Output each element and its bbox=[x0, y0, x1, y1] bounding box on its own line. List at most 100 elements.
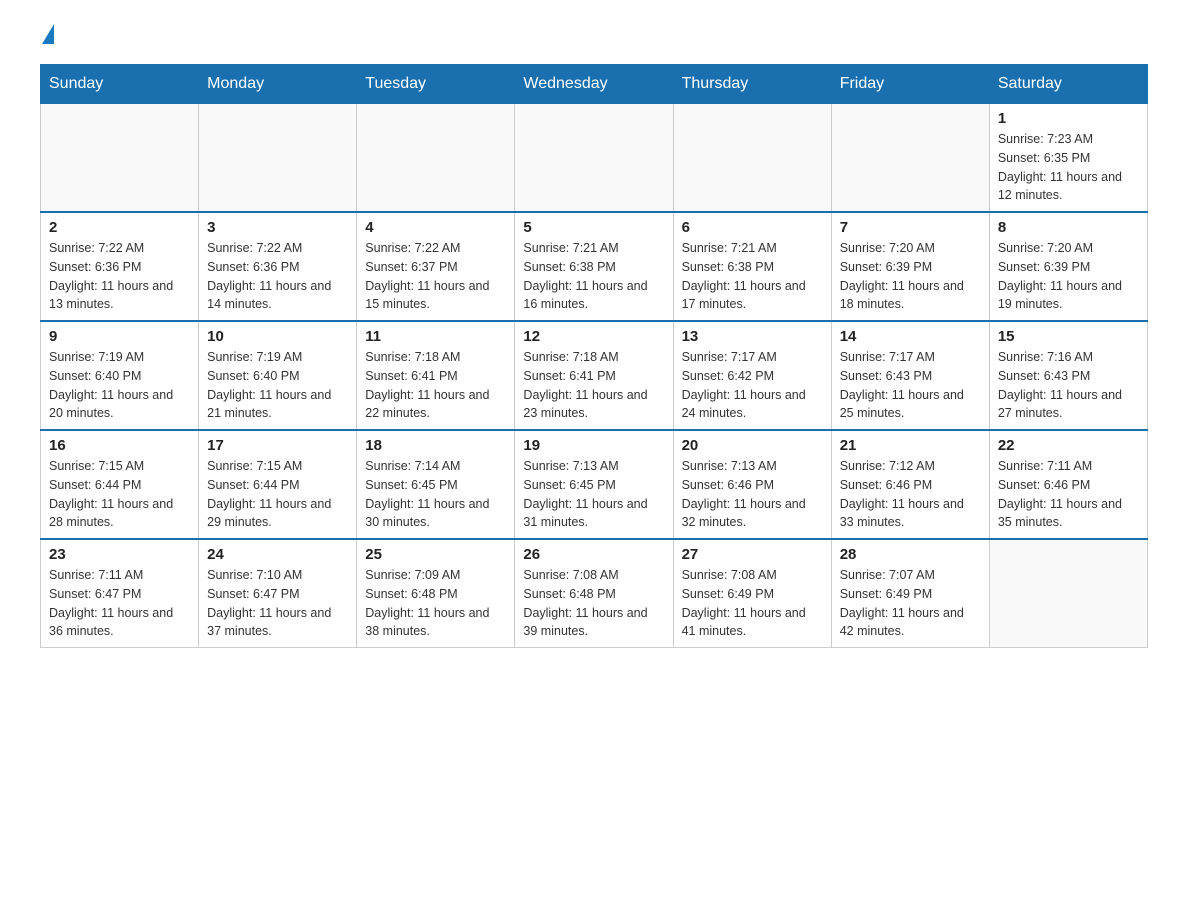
calendar-day-cell: 24 Sunrise: 7:10 AMSunset: 6:47 PMDayligh… bbox=[199, 539, 357, 648]
calendar-day-cell: 28 Sunrise: 7:07 AMSunset: 6:49 PMDayligh… bbox=[831, 539, 989, 648]
day-info: Sunrise: 7:19 AMSunset: 6:40 PMDaylight:… bbox=[207, 348, 348, 423]
day-of-week-header: Monday bbox=[199, 65, 357, 104]
calendar-day-cell: 27 Sunrise: 7:08 AMSunset: 6:49 PMDayligh… bbox=[673, 539, 831, 648]
day-number: 18 bbox=[365, 437, 506, 454]
calendar-day-cell: 9Sunrise: 7:19 AMSunset: 6:40 PMDaylight… bbox=[41, 321, 199, 430]
calendar-day-cell: 18 Sunrise: 7:14 AMSunset: 6:45 PMDayligh… bbox=[357, 430, 515, 539]
day-info: Sunrise: 7:17 AMSunset: 6:42 PMDaylight:… bbox=[682, 348, 823, 423]
day-number: 1 bbox=[998, 110, 1139, 127]
day-of-week-header: Friday bbox=[831, 65, 989, 104]
day-of-week-header: Sunday bbox=[41, 65, 199, 104]
day-number: 22 bbox=[998, 437, 1139, 454]
day-info: Sunrise: 7:07 AMSunset: 6:49 PMDaylight:… bbox=[840, 566, 981, 641]
day-number: 8 bbox=[998, 219, 1139, 236]
day-number: 13 bbox=[682, 328, 823, 345]
calendar-week-row: 2 Sunrise: 7:22 AMSunset: 6:36 PMDaylight… bbox=[41, 212, 1148, 321]
header bbox=[40, 30, 1148, 44]
calendar-day-cell bbox=[357, 104, 515, 213]
day-info: Sunrise: 7:23 AMSunset: 6:35 PMDaylight:… bbox=[998, 130, 1139, 205]
calendar-day-cell: 5 Sunrise: 7:21 AMSunset: 6:38 PMDaylight… bbox=[515, 212, 673, 321]
day-info: Sunrise: 7:13 AMSunset: 6:46 PMDaylight:… bbox=[682, 457, 823, 532]
day-number: 17 bbox=[207, 437, 348, 454]
day-number: 3 bbox=[207, 219, 348, 236]
day-info: Sunrise: 7:11 AMSunset: 6:46 PMDaylight:… bbox=[998, 457, 1139, 532]
calendar-day-cell bbox=[41, 104, 199, 213]
day-info: Sunrise: 7:22 AMSunset: 6:36 PMDaylight:… bbox=[207, 239, 348, 314]
day-number: 12 bbox=[523, 328, 664, 345]
calendar-week-row: 16Sunrise: 7:15 AMSunset: 6:44 PMDayligh… bbox=[41, 430, 1148, 539]
day-info: Sunrise: 7:12 AMSunset: 6:46 PMDaylight:… bbox=[840, 457, 981, 532]
day-number: 10 bbox=[207, 328, 348, 345]
calendar-day-cell bbox=[199, 104, 357, 213]
calendar-day-cell: 3 Sunrise: 7:22 AMSunset: 6:36 PMDaylight… bbox=[199, 212, 357, 321]
day-info: Sunrise: 7:20 AMSunset: 6:39 PMDaylight:… bbox=[998, 239, 1139, 314]
day-number: 2 bbox=[49, 219, 190, 236]
calendar-header-row: SundayMondayTuesdayWednesdayThursdayFrid… bbox=[41, 65, 1148, 104]
day-of-week-header: Thursday bbox=[673, 65, 831, 104]
day-number: 4 bbox=[365, 219, 506, 236]
calendar-day-cell: 11 Sunrise: 7:18 AMSunset: 6:41 PMDayligh… bbox=[357, 321, 515, 430]
calendar-day-cell: 26 Sunrise: 7:08 AMSunset: 6:48 PMDayligh… bbox=[515, 539, 673, 648]
day-of-week-header: Tuesday bbox=[357, 65, 515, 104]
day-number: 26 bbox=[523, 546, 664, 563]
day-info: Sunrise: 7:13 AMSunset: 6:45 PMDaylight:… bbox=[523, 457, 664, 532]
calendar-day-cell: 23 Sunrise: 7:11 AMSunset: 6:47 PMDayligh… bbox=[41, 539, 199, 648]
day-number: 24 bbox=[207, 546, 348, 563]
day-of-week-header: Wednesday bbox=[515, 65, 673, 104]
day-number: 5 bbox=[523, 219, 664, 236]
calendar-day-cell: 15Sunrise: 7:16 AMSunset: 6:43 PMDayligh… bbox=[989, 321, 1147, 430]
calendar-day-cell: 25 Sunrise: 7:09 AMSunset: 6:48 PMDayligh… bbox=[357, 539, 515, 648]
day-number: 7 bbox=[840, 219, 981, 236]
calendar-day-cell: 2 Sunrise: 7:22 AMSunset: 6:36 PMDaylight… bbox=[41, 212, 199, 321]
calendar-table: SundayMondayTuesdayWednesdayThursdayFrid… bbox=[40, 64, 1148, 648]
day-info: Sunrise: 7:08 AMSunset: 6:48 PMDaylight:… bbox=[523, 566, 664, 641]
day-info: Sunrise: 7:20 AMSunset: 6:39 PMDaylight:… bbox=[840, 239, 981, 314]
day-info: Sunrise: 7:18 AMSunset: 6:41 PMDaylight:… bbox=[523, 348, 664, 423]
calendar-day-cell: 13 Sunrise: 7:17 AMSunset: 6:42 PMDayligh… bbox=[673, 321, 831, 430]
calendar-day-cell: 17 Sunrise: 7:15 AMSunset: 6:44 PMDayligh… bbox=[199, 430, 357, 539]
calendar-week-row: 1 Sunrise: 7:23 AMSunset: 6:35 PMDaylight… bbox=[41, 104, 1148, 213]
calendar-day-cell: 19 Sunrise: 7:13 AMSunset: 6:45 PMDayligh… bbox=[515, 430, 673, 539]
day-number: 21 bbox=[840, 437, 981, 454]
calendar-day-cell: 16Sunrise: 7:15 AMSunset: 6:44 PMDayligh… bbox=[41, 430, 199, 539]
day-number: 14 bbox=[840, 328, 981, 345]
day-info: Sunrise: 7:21 AMSunset: 6:38 PMDaylight:… bbox=[523, 239, 664, 314]
calendar-day-cell: 12 Sunrise: 7:18 AMSunset: 6:41 PMDayligh… bbox=[515, 321, 673, 430]
logo bbox=[40, 30, 54, 44]
day-info: Sunrise: 7:09 AMSunset: 6:48 PMDaylight:… bbox=[365, 566, 506, 641]
day-number: 11 bbox=[365, 328, 506, 345]
calendar-day-cell bbox=[831, 104, 989, 213]
calendar-day-cell: 4 Sunrise: 7:22 AMSunset: 6:37 PMDaylight… bbox=[357, 212, 515, 321]
calendar-day-cell: 10 Sunrise: 7:19 AMSunset: 6:40 PMDayligh… bbox=[199, 321, 357, 430]
calendar-day-cell: 14 Sunrise: 7:17 AMSunset: 6:43 PMDayligh… bbox=[831, 321, 989, 430]
calendar-week-row: 23 Sunrise: 7:11 AMSunset: 6:47 PMDayligh… bbox=[41, 539, 1148, 648]
day-number: 19 bbox=[523, 437, 664, 454]
day-info: Sunrise: 7:15 AMSunset: 6:44 PMDaylight:… bbox=[207, 457, 348, 532]
day-info: Sunrise: 7:16 AMSunset: 6:43 PMDaylight:… bbox=[998, 348, 1139, 423]
calendar-day-cell: 7 Sunrise: 7:20 AMSunset: 6:39 PMDaylight… bbox=[831, 212, 989, 321]
calendar-day-cell bbox=[673, 104, 831, 213]
calendar-day-cell: 8 Sunrise: 7:20 AMSunset: 6:39 PMDaylight… bbox=[989, 212, 1147, 321]
calendar-day-cell: 20 Sunrise: 7:13 AMSunset: 6:46 PMDayligh… bbox=[673, 430, 831, 539]
day-number: 27 bbox=[682, 546, 823, 563]
day-info: Sunrise: 7:18 AMSunset: 6:41 PMDaylight:… bbox=[365, 348, 506, 423]
day-info: Sunrise: 7:14 AMSunset: 6:45 PMDaylight:… bbox=[365, 457, 506, 532]
day-info: Sunrise: 7:08 AMSunset: 6:49 PMDaylight:… bbox=[682, 566, 823, 641]
day-of-week-header: Saturday bbox=[989, 65, 1147, 104]
calendar-day-cell bbox=[989, 539, 1147, 648]
day-info: Sunrise: 7:22 AMSunset: 6:37 PMDaylight:… bbox=[365, 239, 506, 314]
day-info: Sunrise: 7:15 AMSunset: 6:44 PMDaylight:… bbox=[49, 457, 190, 532]
day-info: Sunrise: 7:22 AMSunset: 6:36 PMDaylight:… bbox=[49, 239, 190, 314]
logo-triangle-icon bbox=[42, 24, 54, 44]
day-number: 20 bbox=[682, 437, 823, 454]
day-info: Sunrise: 7:17 AMSunset: 6:43 PMDaylight:… bbox=[840, 348, 981, 423]
day-number: 6 bbox=[682, 219, 823, 236]
day-number: 28 bbox=[840, 546, 981, 563]
calendar-day-cell bbox=[515, 104, 673, 213]
day-number: 25 bbox=[365, 546, 506, 563]
day-info: Sunrise: 7:11 AMSunset: 6:47 PMDaylight:… bbox=[49, 566, 190, 641]
calendar-day-cell: 21 Sunrise: 7:12 AMSunset: 6:46 PMDayligh… bbox=[831, 430, 989, 539]
day-info: Sunrise: 7:19 AMSunset: 6:40 PMDaylight:… bbox=[49, 348, 190, 423]
day-number: 23 bbox=[49, 546, 190, 563]
day-info: Sunrise: 7:10 AMSunset: 6:47 PMDaylight:… bbox=[207, 566, 348, 641]
